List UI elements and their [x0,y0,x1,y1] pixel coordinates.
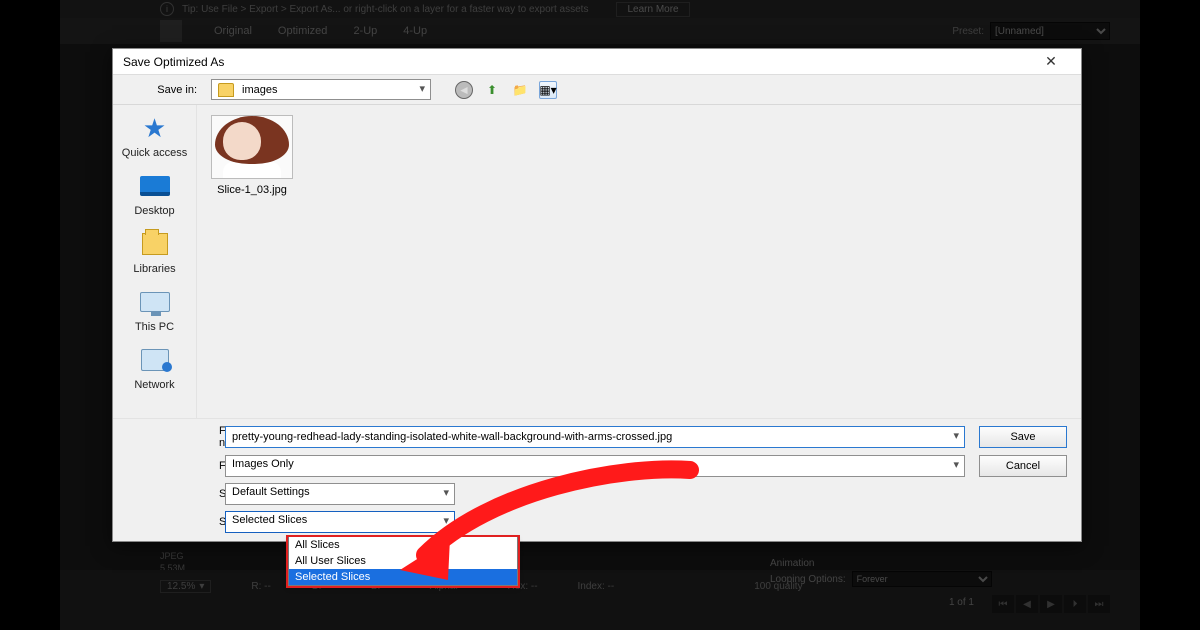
dialog-bottom: File name: Save Format: Images Only Canc… [113,418,1081,541]
animation-navigation: ⏮ ◀ ▶ ⏵ ⏭ [992,595,1110,613]
next-frame-button[interactable]: ⏵ [1064,595,1086,613]
filename-input[interactable] [225,426,965,448]
slices-label: Slices: [127,516,219,528]
frame-indicator: 1 of 1 [949,597,974,608]
tab-4up[interactable]: 4-Up [403,25,427,37]
dialog-title: Save Optimized As [123,55,224,69]
quick-access-icon: ★ [143,113,166,144]
looping-label: Looping Options: [770,574,846,585]
prev-frame-button[interactable]: ◀ [1016,595,1038,613]
back-icon[interactable]: ◄ [455,81,473,99]
place-network[interactable]: Network [113,345,196,391]
format-label: Format: [127,460,219,472]
place-this-pc[interactable]: This PC [113,287,196,333]
place-desktop[interactable]: Desktop [113,171,196,217]
status-r: R: -- [251,581,270,592]
dialog-toolbar: Save in: images ◄ ⬆ 📁 ▦▾ [113,75,1081,105]
toolbar-icons: ◄ ⬆ 📁 ▦▾ [455,81,557,99]
preview-tabs: Original Optimized 2-Up 4-Up Preset: [Un… [60,18,1140,44]
dialog-body: ★ Quick access Desktop Libraries This PC… [113,105,1081,418]
tab-2up[interactable]: 2-Up [353,25,377,37]
network-icon [141,349,169,371]
looping-select[interactable]: Forever [852,571,992,587]
settings-select[interactable]: Default Settings [225,483,455,505]
save-button[interactable]: Save [979,426,1067,448]
close-button[interactable]: ✕ [1031,50,1071,74]
preset-label: Preset: [952,26,984,37]
filename-label: File name: [127,425,219,449]
place-quick-access[interactable]: ★ Quick access [113,113,196,159]
slices-select[interactable]: Selected Slices [225,511,455,533]
settings-label: Settings: [127,488,219,500]
slices-option-all[interactable]: All Slices [289,537,517,553]
view-menu-icon[interactable]: ▦▾ [539,81,557,99]
thumbnail-label: Slice-1_03.jpg [217,184,287,196]
tab-optimized[interactable]: Optimized [278,25,328,37]
status-index: Index: -- [578,581,615,592]
slices-option-all-user[interactable]: All User Slices [289,553,517,569]
save-optimized-as-dialog: Save Optimized As ✕ Save in: images ◄ ⬆ … [112,48,1082,542]
tip-text: Tip: Use File > Export > Export As... or… [182,4,588,15]
libraries-icon [142,233,168,255]
play-button[interactable]: ▶ [1040,595,1062,613]
zoom-control[interactable]: 12.5% ▾ [160,580,211,593]
preset-group: Preset: [Unnamed] [952,22,1110,40]
slices-dropdown-list[interactable]: All Slices All User Slices Selected Slic… [288,537,518,586]
last-frame-button[interactable]: ⏭ [1088,595,1110,613]
tip-bar: i Tip: Use File > Export > Export As... … [60,0,1140,18]
tab-original[interactable]: Original [214,25,252,37]
up-folder-icon[interactable]: ⬆ [483,81,501,99]
tool-icon[interactable] [160,20,182,42]
thumbnail-image [211,115,293,179]
this-pc-icon [140,292,170,312]
close-icon: ✕ [1045,53,1057,70]
folder-icon [218,83,234,97]
format-select[interactable]: Images Only [225,455,965,477]
dialog-titlebar: Save Optimized As ✕ [113,49,1081,75]
new-folder-icon[interactable]: 📁 [511,81,529,99]
file-thumbnail[interactable]: Slice-1_03.jpg [209,115,295,196]
tip-icon: i [160,2,174,16]
animation-panel: Animation Looping Options: Forever 1 of … [770,558,1110,618]
learn-more-button[interactable]: Learn More [616,2,689,17]
cancel-button[interactable]: Cancel [979,455,1067,477]
save-in-label: Save in: [125,84,197,96]
desktop-icon [140,176,170,196]
save-in-select[interactable]: images [211,79,431,100]
places-sidebar: ★ Quick access Desktop Libraries This PC… [113,105,197,418]
place-libraries[interactable]: Libraries [113,229,196,275]
slices-option-selected[interactable]: Selected Slices [289,569,517,585]
animation-title: Animation [770,558,1110,569]
preset-select[interactable]: [Unnamed] [990,22,1110,40]
first-frame-button[interactable]: ⏮ [992,595,1014,613]
file-list-area[interactable]: Slice-1_03.jpg [197,105,1081,418]
